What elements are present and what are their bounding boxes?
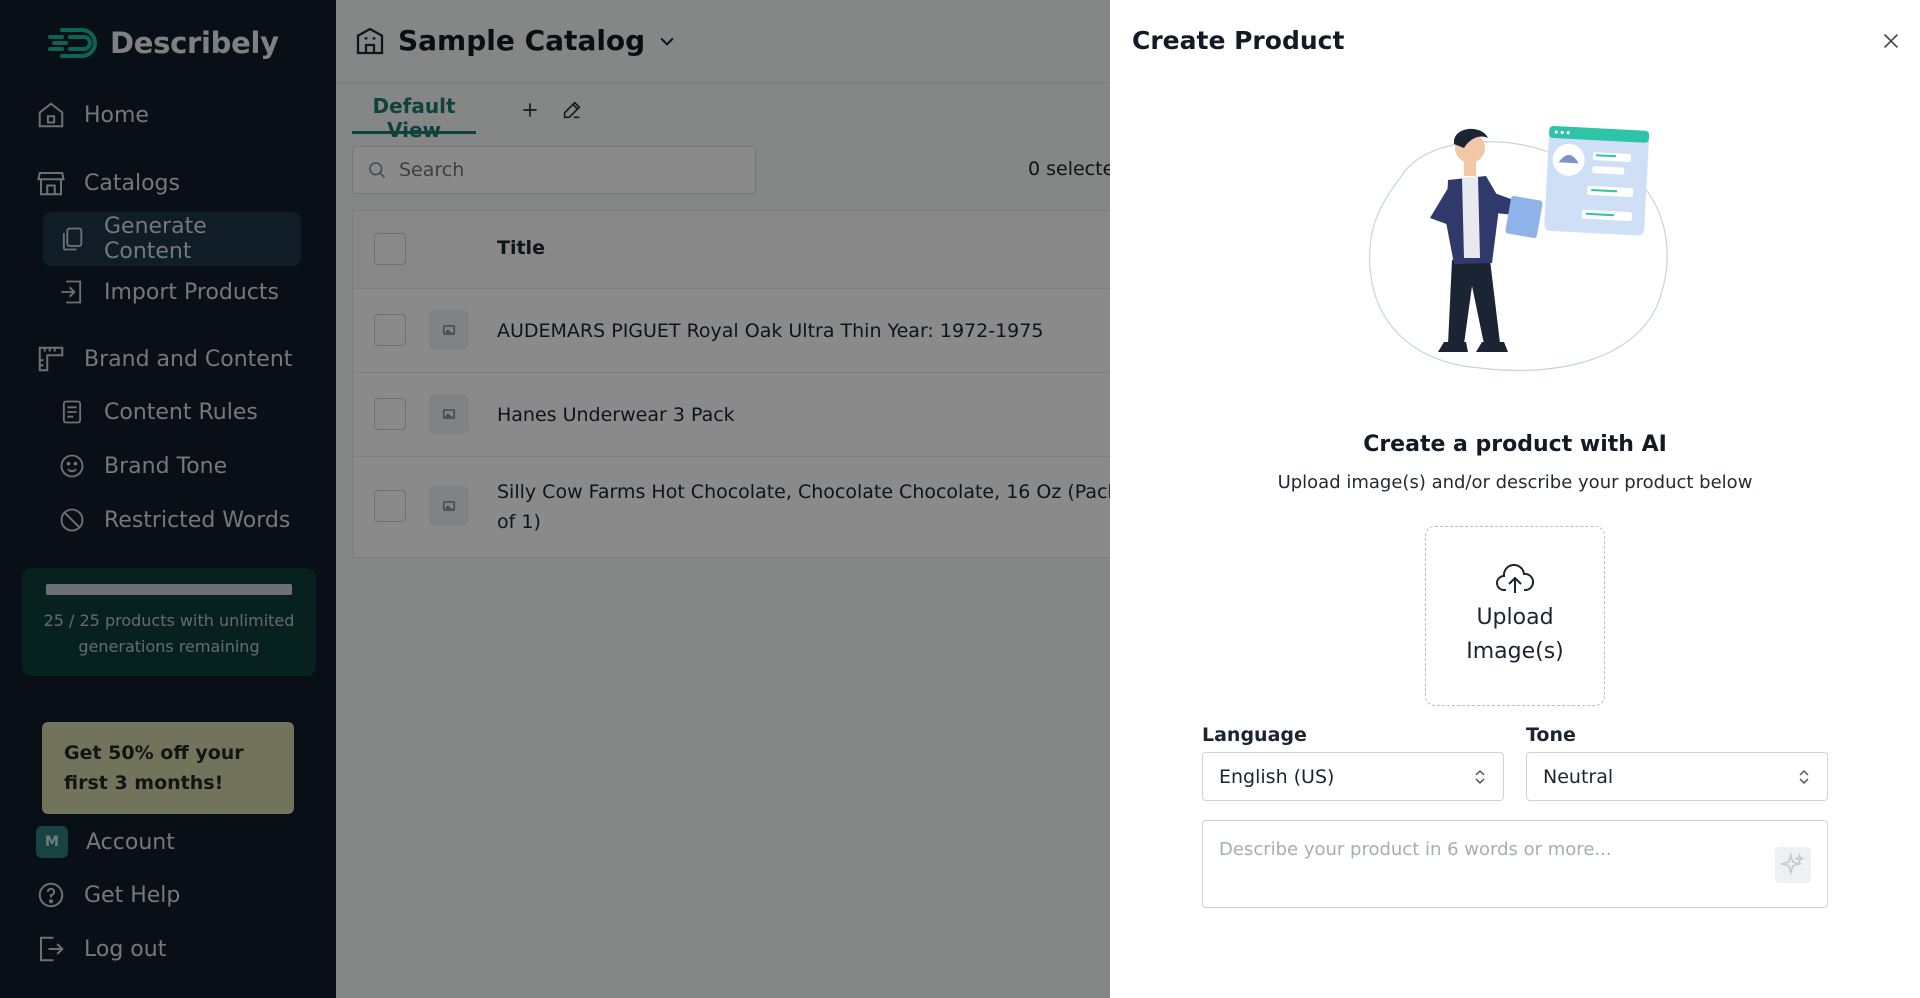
ai-heading: Create a product with AI	[1363, 432, 1667, 457]
language-label: Language	[1202, 724, 1307, 746]
create-product-drawer: Create Product Create a product with AI …	[1110, 0, 1920, 998]
language-value: English (US)	[1219, 765, 1335, 788]
tone-label: Tone	[1526, 724, 1576, 746]
close-icon[interactable]	[1880, 30, 1902, 52]
language-select[interactable]: English (US)	[1202, 752, 1504, 801]
sparkle-icon	[1780, 852, 1806, 876]
description-box	[1202, 820, 1828, 908]
upload-images-button[interactable]: Upload Image(s)	[1425, 526, 1605, 706]
chevron-updown-icon	[1799, 769, 1809, 784]
tone-select[interactable]: Neutral	[1526, 752, 1828, 801]
modal-backdrop[interactable]	[0, 0, 1110, 998]
ai-product-illustration	[1369, 125, 1668, 371]
ai-subheading: Upload image(s) and/or describe your pro…	[1277, 472, 1753, 493]
drawer-title: Create Product	[1132, 26, 1345, 55]
generate-button[interactable]	[1775, 847, 1811, 883]
cloud-upload-icon	[1496, 564, 1535, 593]
description-input[interactable]	[1219, 839, 1759, 895]
chevron-updown-icon	[1475, 769, 1485, 784]
tone-value: Neutral	[1543, 765, 1614, 788]
upload-images-label: Upload Image(s)	[1466, 605, 1564, 664]
